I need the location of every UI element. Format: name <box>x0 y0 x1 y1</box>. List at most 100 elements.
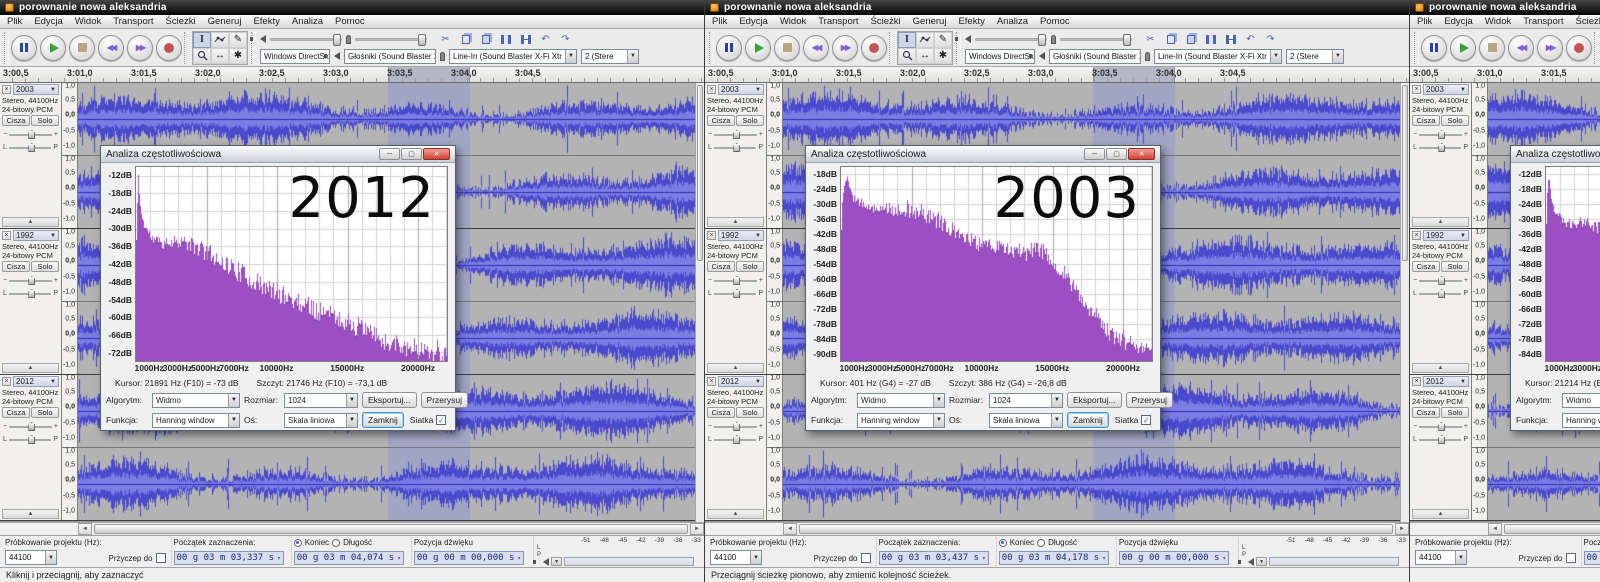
input-volume-knob[interactable] <box>1123 34 1131 46</box>
window-titlebar[interactable]: porownanie nowa aleksandria <box>705 0 1409 15</box>
export-button[interactable]: Eksportuj... <box>362 392 417 408</box>
track-name-dropdown[interactable]: 1992▼ <box>718 230 764 241</box>
copy-icon[interactable] <box>1162 32 1179 47</box>
menu-transport[interactable]: Transport <box>818 16 858 27</box>
copy-icon[interactable] <box>457 32 474 47</box>
solo-button[interactable]: Solo <box>1441 115 1469 126</box>
scroll-left-arrow[interactable]: ◄ <box>783 523 797 535</box>
stop-button[interactable] <box>69 35 95 61</box>
track-name-dropdown[interactable]: 1992▼ <box>1423 230 1469 241</box>
menu-analiza[interactable]: Analiza <box>997 16 1028 27</box>
toolbar-grip[interactable] <box>1594 32 1599 64</box>
track-name-dropdown[interactable]: 2012▼ <box>718 376 764 387</box>
function-select[interactable]: Hanning window▼ <box>152 413 240 428</box>
track-collapse-button[interactable]: ▲ <box>1412 363 1469 373</box>
axis-select[interactable]: Skala liniowa▼ <box>989 413 1063 428</box>
trim-icon[interactable] <box>1202 32 1219 47</box>
input-volume-slider[interactable] <box>355 38 427 41</box>
algorithm-select[interactable]: Widmo▼ <box>857 393 945 408</box>
selection-tool[interactable]: I <box>193 32 211 48</box>
skip-to-start-button[interactable]: ◀◀ <box>803 35 829 61</box>
pause-button[interactable] <box>1421 35 1447 61</box>
solo-button[interactable]: Solo <box>31 407 59 418</box>
menu-sciezki[interactable]: Ścieżki <box>871 16 901 27</box>
timeline-ruler[interactable]: 3:00,53:01,03:01,53:02,03:02,53:03,03:03… <box>0 67 704 83</box>
end-radio[interactable] <box>294 539 302 547</box>
record-button[interactable] <box>861 35 887 61</box>
trim-icon[interactable] <box>497 32 514 47</box>
menu-plik[interactable]: Plik <box>1417 16 1432 27</box>
track-name-dropdown[interactable]: 2012▼ <box>1423 376 1469 387</box>
mute-button[interactable]: Cisza <box>707 407 735 418</box>
snap-checkbox[interactable] <box>861 553 871 563</box>
solo-button[interactable]: Solo <box>31 261 59 272</box>
dialog-minimize-button[interactable]: ─ <box>1084 148 1105 160</box>
timeshift-tool[interactable]: ↔ <box>916 48 934 64</box>
recording-channels-select[interactable]: 2 (Stere▼ <box>581 49 639 64</box>
algorithm-select[interactable]: Widmo▼ <box>1562 393 1600 408</box>
mute-button[interactable]: Cisza <box>2 407 30 418</box>
output-volume-slider[interactable] <box>270 38 342 41</box>
gain-slider[interactable]: −+ <box>3 275 58 286</box>
pan-slider[interactable]: LP <box>708 142 763 153</box>
close-button[interactable]: Zamknij <box>362 412 404 428</box>
pan-slider[interactable]: LP <box>708 434 763 445</box>
record-button[interactable] <box>1566 35 1592 61</box>
audio-host-select[interactable]: Windows DirectSx▼ <box>260 49 330 64</box>
mute-button[interactable]: Cisza <box>1412 407 1440 418</box>
gain-slider[interactable]: −+ <box>1413 129 1468 140</box>
horizontal-scrollbar[interactable]: ◄ ► <box>0 522 704 535</box>
timeshift-tool[interactable]: ↔ <box>211 48 229 64</box>
vertical-scrollbar[interactable] <box>1400 83 1409 522</box>
export-button[interactable]: Eksportuj... <box>1067 392 1122 408</box>
dialog-titlebar[interactable]: Analiza częstotliwościowa ─ ▢ ✕ <box>806 146 1160 163</box>
dialog-titlebar[interactable]: Analiza częstotliwościowa ─ ▢ ✕ <box>101 146 455 163</box>
solo-button[interactable]: Solo <box>1441 407 1469 418</box>
skip-to-end-button[interactable]: ▶▶ <box>1537 35 1563 61</box>
size-select[interactable]: 1024▼ <box>284 393 358 408</box>
track-close-button[interactable]: × <box>2 85 11 94</box>
audio-position-field[interactable]: 00 g 00 m 00,000 s▾ <box>414 551 524 565</box>
track-close-button[interactable]: × <box>707 85 716 94</box>
envelope-tool[interactable] <box>211 32 229 48</box>
undo-icon[interactable]: ↶ <box>1242 32 1259 47</box>
window-titlebar[interactable]: porownanie nowa aleksandria <box>1410 0 1600 15</box>
stop-button[interactable] <box>1479 35 1505 61</box>
play-button[interactable] <box>745 35 771 61</box>
mute-button[interactable]: Cisza <box>707 115 735 126</box>
track-close-button[interactable]: × <box>1412 85 1421 94</box>
menu-widok[interactable]: Widok <box>780 16 806 27</box>
menu-efekty[interactable]: Efekty <box>253 16 279 27</box>
mute-button[interactable]: Cisza <box>1412 261 1440 272</box>
multi-tool[interactable]: ✱ <box>934 48 952 64</box>
toolbar-grip[interactable] <box>4 32 9 64</box>
track-collapse-button[interactable]: ▲ <box>707 509 764 519</box>
vertical-scrollbar[interactable] <box>695 83 704 522</box>
length-radio[interactable] <box>1037 539 1045 547</box>
waveform[interactable] <box>78 448 704 520</box>
menu-pomoc[interactable]: Pomoc <box>1040 16 1070 27</box>
paste-icon[interactable] <box>1182 32 1199 47</box>
length-radio[interactable] <box>332 539 340 547</box>
horizontal-scrollbar[interactable]: ◄ ► <box>705 522 1409 535</box>
pan-slider[interactable]: LP <box>1413 288 1468 299</box>
grids-checkbox[interactable]: ✓ <box>1141 415 1151 425</box>
pan-slider[interactable]: LP <box>1413 434 1468 445</box>
recording-device-select[interactable]: Line-In (Sound Blaster X-Fi Xtr▼ <box>1154 49 1282 64</box>
recording-device-select[interactable]: Line-In (Sound Blaster X-Fi Xtr▼ <box>449 49 577 64</box>
replot-button[interactable]: Przerysuj <box>421 392 468 408</box>
gain-slider[interactable]: −+ <box>708 129 763 140</box>
skip-to-start-button[interactable]: ◀◀ <box>1508 35 1534 61</box>
track-collapse-button[interactable]: ▲ <box>707 363 764 373</box>
menu-sciezki[interactable]: Ścieżki <box>166 16 196 27</box>
undo-icon[interactable]: ↶ <box>537 32 554 47</box>
size-select[interactable]: 1024▼ <box>989 393 1063 408</box>
track-close-button[interactable]: × <box>707 377 716 386</box>
mute-button[interactable]: Cisza <box>2 261 30 272</box>
horizontal-scrollbar[interactable]: ◄ ► <box>1410 522 1600 535</box>
menu-generuj[interactable]: Generuj <box>208 16 242 27</box>
function-select[interactable]: Hanning window▼ <box>1562 413 1600 428</box>
track-collapse-button[interactable]: ▲ <box>1412 217 1469 227</box>
skip-to-end-button[interactable]: ▶▶ <box>127 35 153 61</box>
track-name-dropdown[interactable]: 2003▼ <box>1423 84 1469 95</box>
